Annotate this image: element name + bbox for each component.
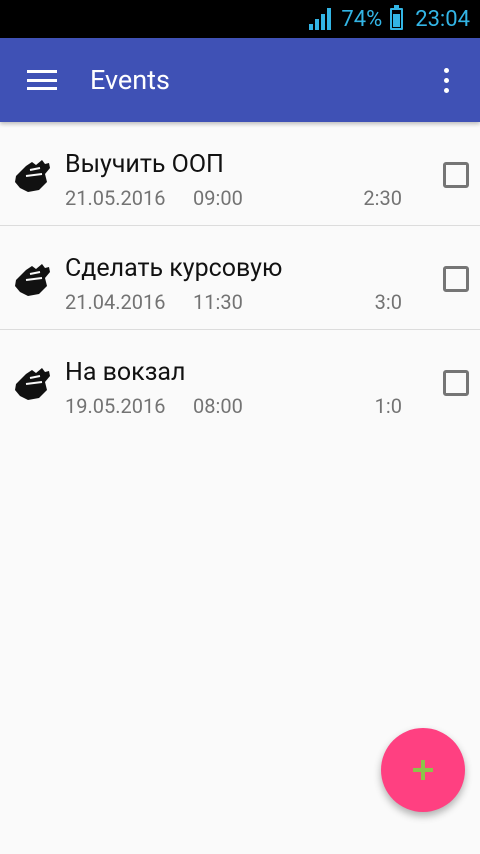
hand-icon bbox=[15, 368, 50, 400]
event-duration: 1:0 bbox=[374, 394, 402, 418]
event-list: Выучить ООП 21.05.2016 09:00 2:30 Сделат… bbox=[0, 122, 480, 434]
app-bar: Events bbox=[0, 38, 480, 122]
more-vert-icon[interactable] bbox=[426, 38, 466, 122]
event-time: 09:00 bbox=[193, 186, 243, 210]
event-date: 19.05.2016 bbox=[65, 394, 166, 418]
hamburger-menu-icon[interactable] bbox=[0, 38, 84, 122]
event-time: 11:30 bbox=[193, 290, 243, 314]
hand-icon bbox=[15, 264, 50, 296]
hand-icon bbox=[15, 160, 50, 192]
event-checkbox[interactable] bbox=[443, 266, 469, 292]
event-row[interactable]: Выучить ООП 21.05.2016 09:00 2:30 bbox=[0, 122, 480, 226]
battery-icon bbox=[390, 5, 404, 30]
event-title: Сделать курсовую bbox=[65, 254, 283, 283]
event-date: 21.04.2016 bbox=[65, 290, 166, 314]
page-title: Events bbox=[90, 64, 170, 96]
battery-percent: 74% bbox=[341, 6, 383, 32]
event-title: На вокзал bbox=[65, 358, 186, 387]
add-event-button[interactable] bbox=[381, 728, 465, 812]
status-bar: 74% 23:04 bbox=[0, 0, 480, 38]
event-checkbox[interactable] bbox=[443, 162, 469, 188]
event-row[interactable]: Сделать курсовую 21.04.2016 11:30 3:0 bbox=[0, 226, 480, 330]
clock: 23:04 bbox=[415, 6, 470, 32]
event-duration: 3:0 bbox=[374, 290, 402, 314]
event-checkbox[interactable] bbox=[443, 370, 469, 396]
event-date: 21.05.2016 bbox=[65, 186, 166, 210]
plus-icon bbox=[413, 760, 433, 780]
event-title: Выучить ООП bbox=[65, 150, 224, 179]
event-duration: 2:30 bbox=[363, 186, 402, 210]
event-time: 08:00 bbox=[193, 394, 243, 418]
event-row[interactable]: На вокзал 19.05.2016 08:00 1:0 bbox=[0, 330, 480, 434]
signal-icon bbox=[309, 8, 332, 30]
